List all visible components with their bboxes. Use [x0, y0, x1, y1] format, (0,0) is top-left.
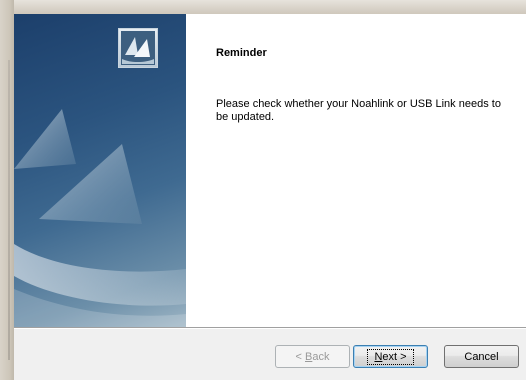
wizard-side-graphic [14, 14, 186, 327]
wizard-dialog: Reminder Please check whether your Noahl… [14, 14, 526, 380]
back-mnemonic: B [305, 350, 313, 363]
window-frame-top [0, 0, 526, 14]
window-frame-left [0, 0, 14, 380]
sails-graphic [14, 109, 186, 327]
cancel-button[interactable]: Cancel [444, 345, 519, 368]
footer-divider [14, 327, 526, 328]
back-label-rest: ack [312, 350, 330, 363]
sails-logo-icon [118, 28, 158, 68]
reminder-message: Please check whether your Noahlink or US… [216, 98, 501, 123]
wizard-content: Reminder Please check whether your Noahl… [186, 14, 526, 327]
next-button[interactable]: Next > [353, 345, 428, 368]
back-button[interactable]: < Back [275, 345, 350, 368]
page-title: Reminder [216, 47, 267, 59]
next-label-rest: ext > [382, 350, 407, 363]
next-focus-rect: Next > [367, 348, 414, 365]
back-prefix: < [295, 350, 305, 363]
